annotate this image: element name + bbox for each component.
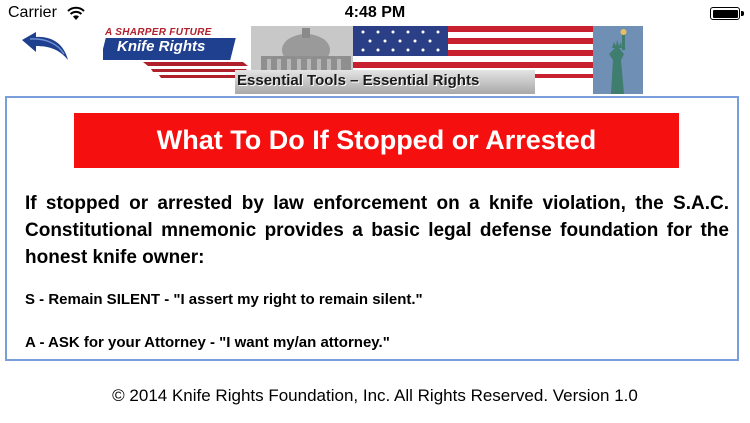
content-panel[interactable]: What To Do If Stopped or Arrested If sto…: [5, 96, 739, 361]
statue-of-liberty-image: [593, 26, 643, 94]
intro-paragraph: If stopped or arrested by law enforcemen…: [25, 193, 729, 268]
back-arrow-icon[interactable]: [16, 30, 72, 66]
logo-name: Knife Rights: [117, 38, 206, 55]
logo-stripes: [143, 62, 248, 78]
status-time: 4:48 PM: [344, 4, 406, 21]
logo-tagline: A SHARPER FUTURE: [105, 27, 212, 38]
battery-icon: [710, 7, 744, 20]
list-item: A - ASK for your Attorney - "I want my/a…: [25, 334, 390, 351]
battery-level: [712, 9, 738, 18]
banner-tagline: Essential Tools – Essential Rights: [237, 72, 480, 89]
header-banner: A SHARPER FUTURE Knife Rights Essential …: [103, 26, 643, 94]
copyright-footer: © 2014 Knife Rights Foundation, Inc. All…: [112, 386, 638, 405]
status-bar: Carrier 4:48 PM: [0, 0, 750, 28]
list-item: S - Remain SILENT - "I assert my right t…: [25, 291, 423, 308]
page-heading: What To Do If Stopped or Arrested: [74, 113, 679, 168]
